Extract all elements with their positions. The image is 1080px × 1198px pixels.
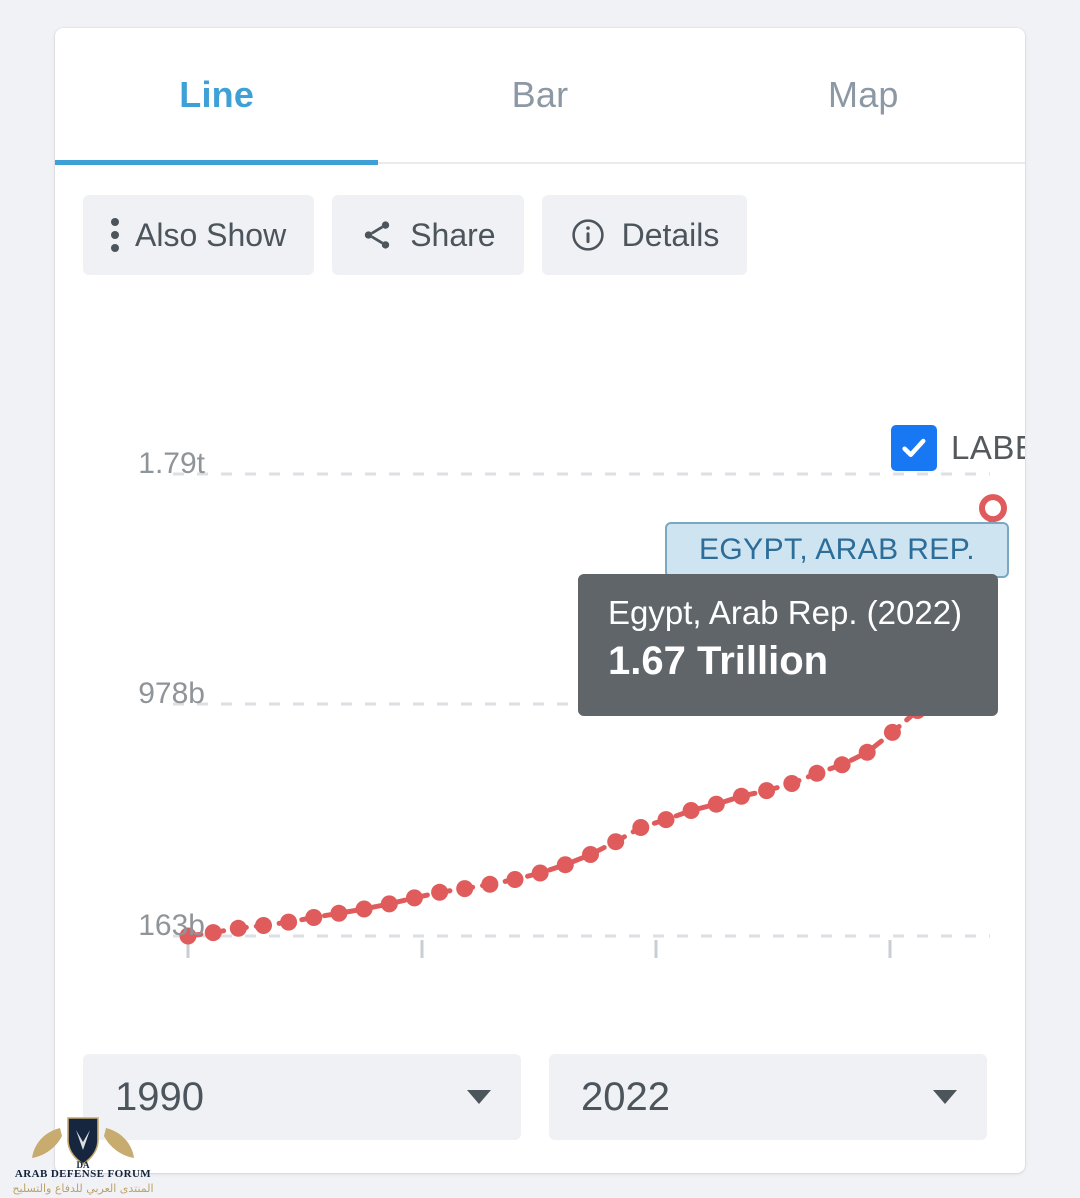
y-axis-label-bottom: 163b bbox=[55, 909, 205, 943]
data-point bbox=[733, 788, 750, 805]
data-point bbox=[557, 856, 574, 873]
year-range-controls: 1990 2022 bbox=[83, 1054, 987, 1140]
data-point bbox=[582, 846, 599, 863]
data-point bbox=[607, 833, 624, 850]
data-point bbox=[532, 865, 549, 882]
also-show-label: Also Show bbox=[135, 217, 286, 254]
details-label: Details bbox=[622, 217, 720, 254]
tab-line[interactable]: Line bbox=[55, 74, 378, 116]
active-tab-indicator bbox=[55, 160, 378, 165]
data-point bbox=[255, 917, 272, 934]
tab-bar-chart[interactable]: Bar bbox=[378, 74, 701, 116]
data-point bbox=[834, 756, 851, 773]
info-icon bbox=[570, 217, 606, 253]
data-point bbox=[507, 871, 524, 888]
data-point bbox=[330, 905, 347, 922]
tooltip-title: Egypt, Arab Rep. (2022) bbox=[608, 592, 998, 633]
data-point bbox=[406, 889, 423, 906]
chevron-down-icon bbox=[933, 1090, 957, 1104]
check-icon bbox=[899, 433, 929, 463]
chart-card: Line Bar Map Also Show bbox=[55, 28, 1025, 1173]
details-button[interactable]: Details bbox=[542, 195, 748, 275]
data-point bbox=[808, 765, 825, 782]
data-point bbox=[982, 497, 1004, 519]
data-point bbox=[632, 819, 649, 836]
y-axis-label-top: 1.79t bbox=[55, 447, 205, 481]
data-point bbox=[884, 724, 901, 741]
end-year-select[interactable]: 2022 bbox=[549, 1054, 987, 1140]
data-point bbox=[859, 744, 876, 761]
series-label-badge[interactable]: EGYPT, ARAB REP. bbox=[665, 522, 1009, 578]
data-point bbox=[431, 884, 448, 901]
x-axis-ticks bbox=[188, 940, 890, 958]
data-point bbox=[658, 811, 675, 828]
data-point bbox=[305, 909, 322, 926]
data-point bbox=[456, 880, 473, 897]
vertical-dots-icon bbox=[111, 218, 119, 252]
share-button[interactable]: Share bbox=[332, 195, 523, 275]
chevron-down-icon bbox=[467, 1090, 491, 1104]
data-point bbox=[481, 876, 498, 893]
chart-tooltip: Egypt, Arab Rep. (2022) 1.67 Trillion bbox=[578, 574, 998, 716]
label-toggle[interactable]: LABEL bbox=[891, 425, 1025, 471]
end-year-value: 2022 bbox=[581, 1075, 670, 1120]
label-toggle-text: LABEL bbox=[951, 429, 1025, 467]
y-axis-label-mid: 978b bbox=[55, 677, 205, 711]
data-point bbox=[683, 802, 700, 819]
also-show-button[interactable]: Also Show bbox=[83, 195, 314, 275]
share-icon bbox=[360, 218, 394, 252]
start-year-select[interactable]: 1990 bbox=[83, 1054, 521, 1140]
app-root: Line Bar Map Also Show bbox=[0, 0, 1080, 1198]
data-point bbox=[783, 775, 800, 792]
data-point bbox=[280, 914, 297, 931]
chart-toolbar: Also Show Share bbox=[83, 195, 747, 275]
tooltip-value: 1.67 Trillion bbox=[608, 639, 998, 684]
tab-bar: Line Bar Map bbox=[55, 28, 1025, 164]
data-point bbox=[205, 924, 222, 941]
data-point bbox=[356, 901, 373, 918]
data-point bbox=[230, 920, 247, 937]
tab-map[interactable]: Map bbox=[702, 74, 1025, 116]
share-label: Share bbox=[410, 217, 495, 254]
data-point bbox=[708, 796, 725, 813]
start-year-value: 1990 bbox=[115, 1075, 204, 1120]
watermark-arabic: المنتدى العربي للدفاع والتسليح bbox=[8, 1182, 158, 1195]
data-point bbox=[381, 895, 398, 912]
label-checkbox[interactable] bbox=[891, 425, 937, 471]
data-point bbox=[758, 782, 775, 799]
